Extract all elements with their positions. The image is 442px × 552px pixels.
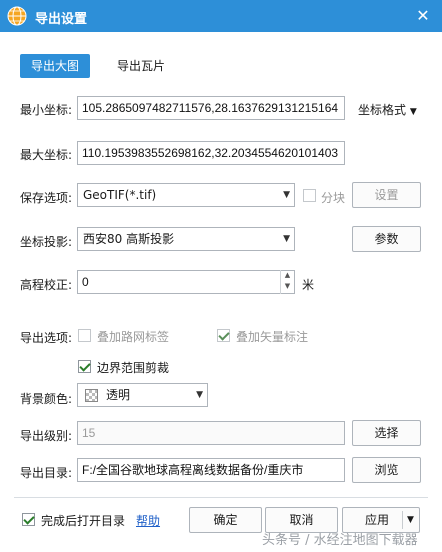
road-label-checkbox[interactable]	[78, 329, 91, 342]
save-format-select[interactable]: GeoTIF(*.tif) ▼	[77, 183, 295, 207]
clip-checkbox[interactable]	[78, 360, 91, 373]
browse-button[interactable]: 浏览	[352, 457, 421, 483]
directory-label: 导出目录:	[20, 466, 73, 480]
chevron-down-icon: ▼	[283, 190, 290, 200]
open-after-label: 完成后打开目录	[41, 514, 126, 528]
background-select[interactable]: 透明 ▼	[77, 383, 208, 407]
footer-divider	[14, 497, 428, 498]
elevation-input[interactable]: 0	[77, 270, 295, 294]
coord-format-label: 坐标格式	[358, 103, 407, 117]
tile-checkbox-label: 分块	[321, 191, 346, 205]
projection-value: 西安80 高斯投影	[83, 232, 175, 246]
coord-format-menu[interactable]: 坐标格式 ▼	[358, 101, 417, 118]
settings-button[interactable]: 设置	[352, 182, 421, 208]
apply-label: 应用	[365, 513, 390, 527]
max-coord-input[interactable]: 110.1953983552698162,32.2034554620101403	[77, 141, 345, 165]
help-link[interactable]: 帮助	[136, 512, 160, 529]
max-coord-label: 最大坐标:	[20, 148, 73, 162]
stepper-down-icon[interactable]: ▼	[281, 281, 294, 292]
export-options-label: 导出选项:	[20, 331, 73, 345]
projection-select[interactable]: 西安80 高斯投影 ▼	[77, 227, 295, 251]
clip-checkbox-label: 边界范围剪裁	[97, 361, 170, 375]
background-label: 背景颜色:	[20, 392, 73, 406]
window-title: 导出设置	[35, 12, 88, 27]
min-coord-label: 最小坐标:	[20, 103, 73, 117]
split-divider	[402, 511, 403, 529]
tab-export-tiles[interactable]: 导出瓦片	[106, 54, 176, 78]
save-option-label: 保存选项:	[20, 191, 73, 205]
level-input[interactable]: 15	[77, 421, 345, 445]
caret-down-icon: ▼	[409, 107, 417, 117]
transparent-swatch-icon	[85, 389, 98, 402]
level-label: 导出级别:	[20, 429, 73, 443]
close-icon[interactable]: ✕	[412, 6, 434, 26]
ok-button[interactable]: 确定	[189, 507, 262, 533]
directory-input[interactable]: F:/全国谷歌地球高程离线数据备份/重庆市	[77, 458, 345, 482]
elevation-label: 高程校正:	[20, 278, 73, 292]
open-after-checkbox[interactable]	[22, 513, 35, 526]
road-label-checkbox-label: 叠加路网标签	[97, 330, 170, 344]
save-format-value: GeoTIF(*.tif)	[83, 188, 157, 202]
title-bar: 导出设置 ✕	[0, 0, 442, 32]
min-coord-input[interactable]: 105.2865097482711576,28.1637629131215164	[77, 96, 345, 120]
chevron-down-icon: ▼	[196, 390, 203, 400]
params-button[interactable]: 参数	[352, 226, 421, 252]
select-level-button[interactable]: 选择	[352, 420, 421, 446]
globe-icon	[7, 6, 27, 26]
stepper-up-icon[interactable]: ▲	[281, 270, 294, 281]
watermark: 头条号 / 水经注地图下载器	[262, 533, 418, 548]
elevation-unit: 米	[302, 278, 315, 292]
elevation-stepper[interactable]: ▲ ▼	[280, 270, 294, 294]
chevron-down-icon: ▼	[283, 234, 290, 244]
projection-label: 坐标投影:	[20, 235, 73, 249]
background-value: 透明	[106, 388, 131, 402]
tile-checkbox[interactable]	[303, 189, 316, 202]
vector-label-checkbox[interactable]	[217, 329, 230, 342]
vector-label-checkbox-label: 叠加矢量标注	[236, 330, 309, 344]
tab-export-image[interactable]: 导出大图	[20, 54, 90, 78]
